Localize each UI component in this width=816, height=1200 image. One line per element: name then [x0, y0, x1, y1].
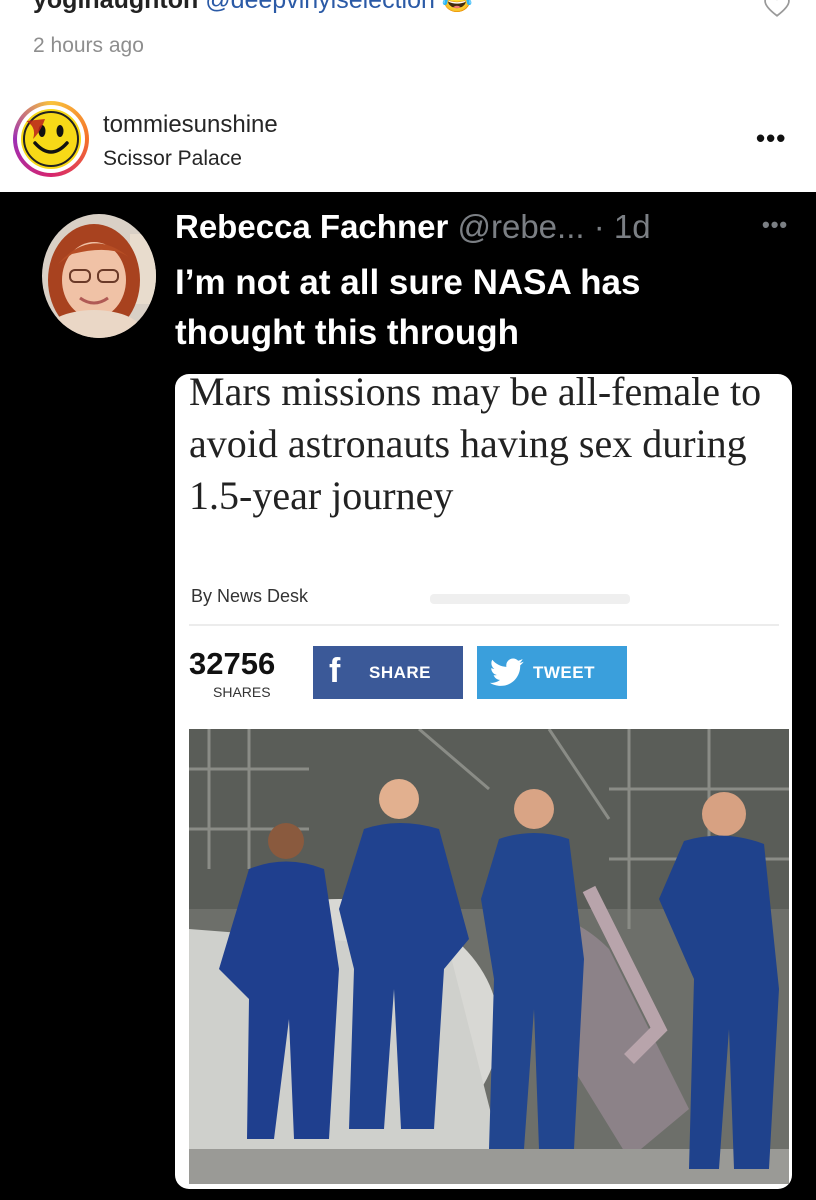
laughing-emoji: 😂: [441, 0, 473, 14]
tweet-author-avatar: [42, 214, 156, 338]
shares-label: SHARES: [213, 684, 271, 700]
previous-comment: yoginaughton @deepvinylselection 😂 2 hou…: [0, 0, 816, 90]
tweet-more-icon[interactable]: •••: [762, 212, 788, 238]
astronauts-photo: [189, 729, 789, 1184]
shares-count: 32756: [189, 646, 276, 681]
comment-timestamp: 2 hours ago: [33, 34, 144, 57]
tweet-author-line: Rebecca Fachner @rebe... · 1d: [175, 208, 651, 246]
comment-username[interactable]: yoginaughton: [33, 0, 198, 14]
article-headline: Mars missions may be all-female to avoid…: [189, 374, 762, 518]
twitter-bird-icon: [489, 658, 524, 686]
byline-blurred-text: [430, 594, 630, 604]
article-card[interactable]: Mars missions may be all-female to avoid…: [175, 374, 792, 1189]
facebook-share-button[interactable]: f SHARE: [313, 646, 463, 699]
twitter-tweet-button[interactable]: TWEET: [477, 646, 627, 699]
tweet-text: I’m not at all sure NASA has thought thi…: [175, 263, 641, 352]
tweet-author-name[interactable]: Rebecca Fachner: [175, 208, 448, 245]
previous-comment-text: yoginaughton @deepvinylselection 😂: [33, 0, 473, 15]
tweet-label: TWEET: [533, 663, 595, 682]
smiley-avatar-icon: [21, 109, 81, 169]
comment-mention[interactable]: @deepvinylselection: [205, 0, 435, 14]
tweet-author-handle[interactable]: @rebe... · 1d: [457, 208, 650, 245]
more-options-icon[interactable]: •••: [756, 123, 786, 154]
story-ring[interactable]: [13, 101, 89, 177]
facebook-icon: f: [329, 652, 341, 690]
post-username[interactable]: tommiesunshine: [103, 111, 278, 139]
share-label: SHARE: [369, 663, 432, 682]
tweet-screenshot: Rebecca Fachner @rebe... · 1d ••• I’m no…: [0, 192, 816, 1200]
article-byline: By News Desk: [191, 586, 309, 606]
post-header: tommiesunshine Scissor Palace •••: [0, 95, 816, 192]
heart-icon[interactable]: [764, 0, 790, 18]
divider: [189, 624, 779, 626]
post-location[interactable]: Scissor Palace: [103, 147, 242, 171]
